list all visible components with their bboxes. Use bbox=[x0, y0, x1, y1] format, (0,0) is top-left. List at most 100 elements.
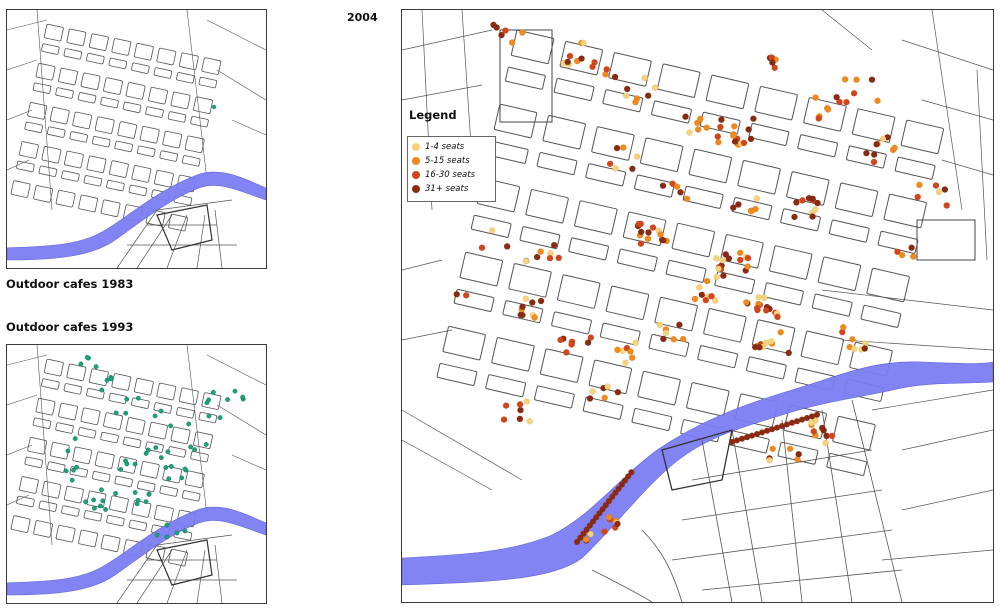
cafe-marker bbox=[645, 229, 652, 236]
city-block bbox=[83, 510, 103, 522]
city-block bbox=[900, 119, 944, 155]
legend-label: 31+ seats bbox=[425, 184, 469, 194]
cafe-marker bbox=[502, 27, 509, 34]
cafe-marker bbox=[649, 224, 657, 231]
cafe-marker bbox=[568, 341, 575, 348]
cafe-marker bbox=[113, 410, 119, 416]
city-block bbox=[181, 155, 201, 167]
cafe-marker bbox=[943, 202, 950, 209]
city-block bbox=[608, 52, 652, 87]
cafe-marker bbox=[735, 201, 742, 208]
cafe-marker bbox=[719, 256, 726, 264]
cafe-marker bbox=[637, 228, 645, 236]
legend-label: 16-30 seats bbox=[425, 170, 476, 180]
city-block bbox=[193, 431, 213, 449]
city-block bbox=[491, 337, 535, 372]
cafe-marker bbox=[103, 507, 109, 512]
city-block bbox=[817, 256, 862, 291]
city-block bbox=[61, 170, 80, 182]
cafe-marker bbox=[822, 439, 829, 447]
cafe-marker bbox=[69, 477, 75, 483]
city-block bbox=[91, 471, 111, 483]
city-block bbox=[133, 43, 154, 61]
city-block bbox=[470, 214, 512, 238]
cafe-marker bbox=[870, 151, 878, 158]
city-block bbox=[55, 524, 76, 543]
city-block bbox=[184, 470, 205, 489]
cafe-marker bbox=[756, 344, 763, 351]
street-line bbox=[591, 529, 683, 602]
city-block bbox=[453, 288, 495, 312]
cafe-marker bbox=[503, 243, 511, 250]
cafe-marker bbox=[743, 299, 750, 306]
cafe-marker bbox=[785, 349, 792, 357]
cafe-marker bbox=[717, 123, 724, 131]
cafe-marker bbox=[182, 528, 188, 534]
cafe-marker bbox=[651, 84, 659, 91]
cafe-marker bbox=[152, 413, 158, 419]
cafe-marker bbox=[703, 124, 710, 131]
cafe-marker bbox=[240, 394, 246, 400]
cafe-marker bbox=[83, 499, 89, 505]
city-block bbox=[108, 57, 128, 70]
cafe-marker bbox=[840, 323, 847, 331]
city-block bbox=[24, 121, 43, 134]
city-block bbox=[58, 402, 78, 421]
city-block bbox=[38, 500, 58, 512]
cafe-marker bbox=[168, 423, 174, 429]
city-block bbox=[19, 141, 39, 159]
cafe-marker bbox=[557, 336, 564, 344]
city-block bbox=[139, 461, 160, 479]
city-block bbox=[136, 480, 156, 492]
city-block bbox=[86, 53, 105, 65]
city-block bbox=[109, 160, 129, 178]
station-building bbox=[156, 539, 213, 586]
city-block bbox=[63, 48, 83, 60]
legend-label: 1-4 seats bbox=[425, 142, 465, 152]
cafe-marker bbox=[478, 244, 486, 251]
city-block bbox=[66, 363, 87, 382]
city-block bbox=[103, 77, 123, 95]
cafe-marker bbox=[682, 113, 689, 120]
cafe-marker bbox=[164, 522, 170, 528]
city-block bbox=[106, 514, 125, 527]
city-block bbox=[894, 156, 936, 180]
city-block bbox=[109, 495, 129, 513]
cafe-marker bbox=[730, 132, 737, 139]
cafe-marker bbox=[146, 491, 152, 497]
cafe-marker bbox=[702, 296, 710, 304]
cafe-marker bbox=[566, 52, 574, 60]
cafe-marker bbox=[941, 186, 949, 193]
cafe-marker bbox=[612, 165, 619, 172]
cafe-marker bbox=[679, 335, 687, 343]
cafe-marker bbox=[601, 528, 608, 535]
cafe-marker bbox=[93, 364, 99, 369]
cafe-marker bbox=[519, 311, 526, 319]
cafe-marker bbox=[808, 419, 815, 427]
city-block bbox=[167, 446, 187, 458]
city-block bbox=[80, 72, 101, 91]
city-block bbox=[703, 308, 747, 343]
cafe-marker bbox=[614, 388, 622, 396]
city-block bbox=[198, 76, 218, 89]
city-block bbox=[797, 134, 838, 158]
cafe-marker bbox=[210, 389, 216, 395]
cafe-marker bbox=[708, 292, 715, 300]
cafe-marker bbox=[853, 76, 860, 83]
city-block bbox=[35, 63, 56, 81]
city-block bbox=[846, 145, 887, 169]
caption-2004: 2004 bbox=[347, 11, 378, 24]
city-block bbox=[159, 485, 178, 497]
cafe-marker bbox=[586, 395, 594, 402]
city-block bbox=[883, 193, 927, 229]
cafe-marker bbox=[186, 421, 192, 427]
cafe-marker bbox=[206, 413, 212, 419]
cafe-marker bbox=[84, 354, 90, 360]
map-1993 bbox=[6, 344, 267, 604]
city-block bbox=[181, 490, 201, 502]
city-block bbox=[125, 82, 146, 100]
cafe-marker bbox=[92, 505, 97, 511]
cafe-marker bbox=[791, 213, 798, 221]
city-block bbox=[111, 38, 132, 56]
cafe-marker bbox=[737, 256, 744, 264]
